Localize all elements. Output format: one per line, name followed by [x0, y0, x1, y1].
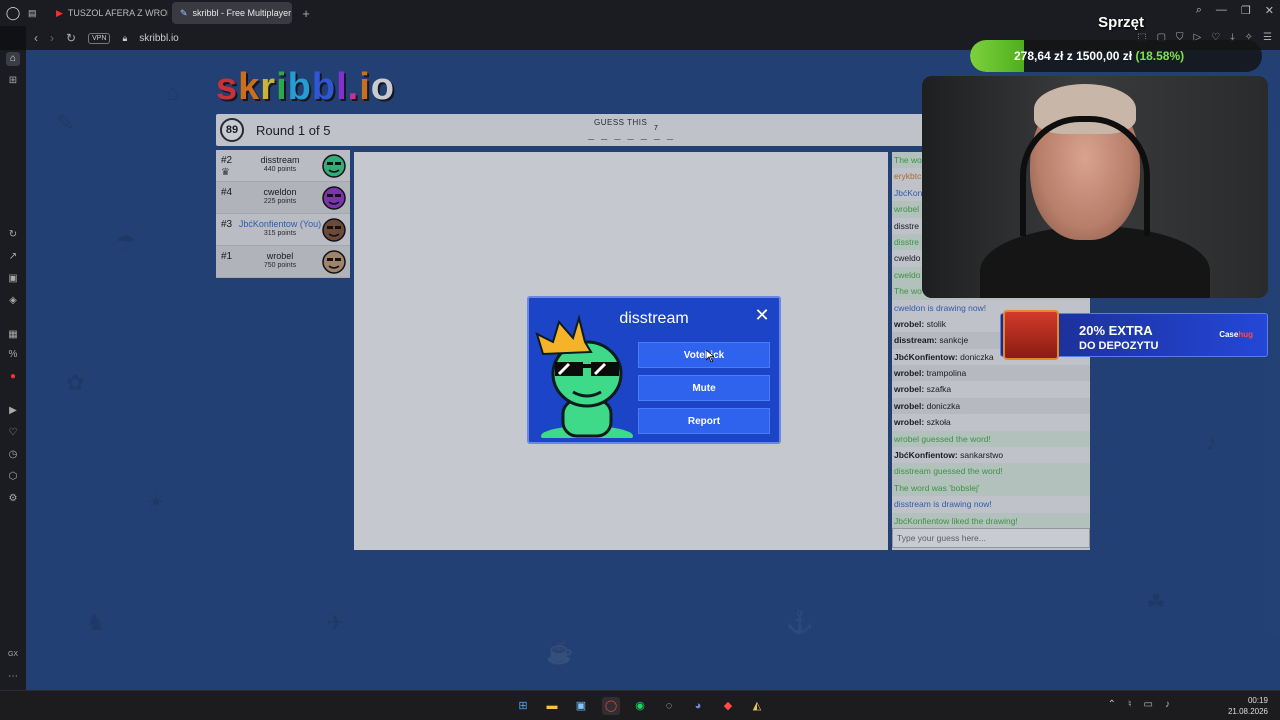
promo-banner[interactable]: 20% EXTRA DO DEPOZYTU Casehug: [1000, 310, 1268, 360]
url-field[interactable]: skribbl.io: [139, 33, 178, 44]
tab-label: skribbl - Free Multiplayer D: [192, 8, 292, 18]
modal-player-name: disstream: [619, 310, 689, 327]
tab-label: TUSZOL AFERA Z WRONKI: [67, 8, 168, 18]
treasure-chest-icon: [1003, 310, 1059, 360]
percent-icon[interactable]: %: [6, 348, 20, 362]
promo-line-1: 20% EXTRA: [1079, 323, 1153, 338]
tab-skribbl[interactable]: ✎ skribbl - Free Multiplayer D: [172, 2, 292, 24]
more-icon[interactable]: ⋯: [6, 670, 20, 684]
clock-icon[interactable]: ◷: [6, 448, 20, 462]
windows-start-icon[interactable]: ⊞: [514, 697, 532, 715]
arrow-icon[interactable]: ↗: [6, 250, 20, 264]
photos-icon[interactable]: ▣: [572, 697, 590, 715]
twitch-icon[interactable]: ▣: [6, 272, 20, 286]
player-modal: disstream ✕ Votekick Mute Report: [527, 296, 781, 444]
volume-icon[interactable]: ♪: [1165, 699, 1170, 710]
goal-connector: z: [1066, 49, 1073, 63]
goal-text: 278,64 zł z 1500,00 zł (18.58%): [1014, 49, 1184, 63]
votekick-button[interactable]: Votekick: [638, 342, 770, 368]
mouse-cursor-icon: [706, 350, 714, 362]
new-tab-button[interactable]: +: [296, 6, 316, 21]
gamepad-icon[interactable]: ⊞: [6, 74, 20, 88]
close-icon[interactable]: ✕: [753, 306, 771, 324]
promo-brand-suffix: hug: [1238, 330, 1253, 339]
browser-sidebar: ⌂ ⊞ ↻ ↗ ▣ ◈ ▦ % ● ▶ ♡ ◷ ⬡ ⚙ GX ⋯: [0, 50, 26, 690]
cube-icon[interactable]: ⬡: [6, 470, 20, 484]
browser-tab-bar: ◯ ▤ ▶ TUSZOL AFERA Z WRONKI ✎ skribbl - …: [0, 0, 1280, 26]
network-icon[interactable]: ▭: [1144, 699, 1153, 710]
donation-goal: Sprzęt 278,64 zł z 1500,00 zł (18.58%): [970, 14, 1270, 72]
mute-button[interactable]: Mute: [638, 375, 770, 401]
lock-icon: 🔒︎: [122, 32, 128, 43]
discord-icon[interactable]: ◕: [689, 697, 707, 715]
youtube-icon: ▶: [56, 7, 63, 18]
tab-workspaces-icon[interactable]: ▤: [26, 2, 44, 24]
goal-title: Sprzęt: [1098, 14, 1144, 31]
forward-icon[interactable]: ›: [50, 31, 54, 45]
tray-chevron-icon[interactable]: ⌃: [1108, 699, 1116, 710]
windows-taskbar: ⊞ ▬ ▣ ◯ ◉ ◌ ◕ ◆ ◭ ⌃ ♮ ▭ ♪ 00:19 21.08.20…: [0, 690, 1280, 720]
player-avatar: [535, 314, 633, 438]
opera-logo-icon[interactable]: ◯: [0, 0, 26, 26]
microphone-icon[interactable]: ♮: [1128, 699, 1132, 710]
app-icon[interactable]: ◆: [719, 697, 737, 715]
clock-time: 00:19: [1247, 696, 1268, 705]
vpn-badge[interactable]: VPN: [88, 32, 111, 44]
spotify-icon[interactable]: ◉: [631, 697, 649, 715]
settings-gear-icon[interactable]: ⚙: [6, 492, 20, 506]
promo-brand: Casehug: [1219, 330, 1253, 339]
system-tray: ⌃ ♮ ▭ ♪: [1108, 699, 1170, 710]
back-icon[interactable]: ‹: [34, 31, 38, 45]
league-icon[interactable]: ◭: [748, 697, 766, 715]
file-explorer-icon[interactable]: ▬: [543, 697, 561, 715]
search-icon[interactable]: ⌕: [1196, 4, 1202, 17]
promo-line-2: DO DEPOZYTU: [1079, 340, 1159, 352]
teams-icon[interactable]: ▦: [6, 328, 20, 342]
bookmarks-heart-icon[interactable]: ♡: [6, 426, 20, 440]
window-controls: ⌕ — ❐ ✕: [1196, 4, 1274, 17]
goal-percent: (18.58%): [1135, 49, 1185, 63]
skribbl-icon: ✎: [180, 7, 188, 18]
headset-icon: [1020, 116, 1150, 236]
history-icon[interactable]: ↻: [6, 228, 20, 242]
tab-youtube[interactable]: ▶ TUSZOL AFERA Z WRONKI: [48, 2, 168, 24]
opera-gx-icon[interactable]: ◯: [602, 697, 620, 715]
record-icon[interactable]: ●: [6, 370, 20, 384]
gx-icon[interactable]: GX: [6, 648, 20, 662]
close-window-icon[interactable]: ✕: [1265, 4, 1274, 17]
player-icon[interactable]: ▶: [6, 404, 20, 418]
home-icon[interactable]: ⌂: [6, 52, 20, 66]
system-clock[interactable]: 00:19 21.08.2026: [1228, 695, 1268, 717]
reload-icon[interactable]: ↻: [66, 31, 76, 45]
messenger-icon[interactable]: ◈: [6, 294, 20, 308]
goal-total: 1500,00 zł: [1076, 49, 1133, 63]
report-button[interactable]: Report: [638, 408, 770, 434]
restore-icon[interactable]: ❐: [1241, 4, 1251, 17]
clock-date: 21.08.2026: [1227, 707, 1268, 716]
minimize-icon[interactable]: —: [1216, 4, 1227, 17]
webcam-overlay: [922, 76, 1268, 298]
goal-amount: 278,64 zł: [1014, 49, 1064, 63]
obs-icon[interactable]: ◌: [660, 697, 678, 715]
promo-brand-main: Case: [1219, 330, 1239, 339]
